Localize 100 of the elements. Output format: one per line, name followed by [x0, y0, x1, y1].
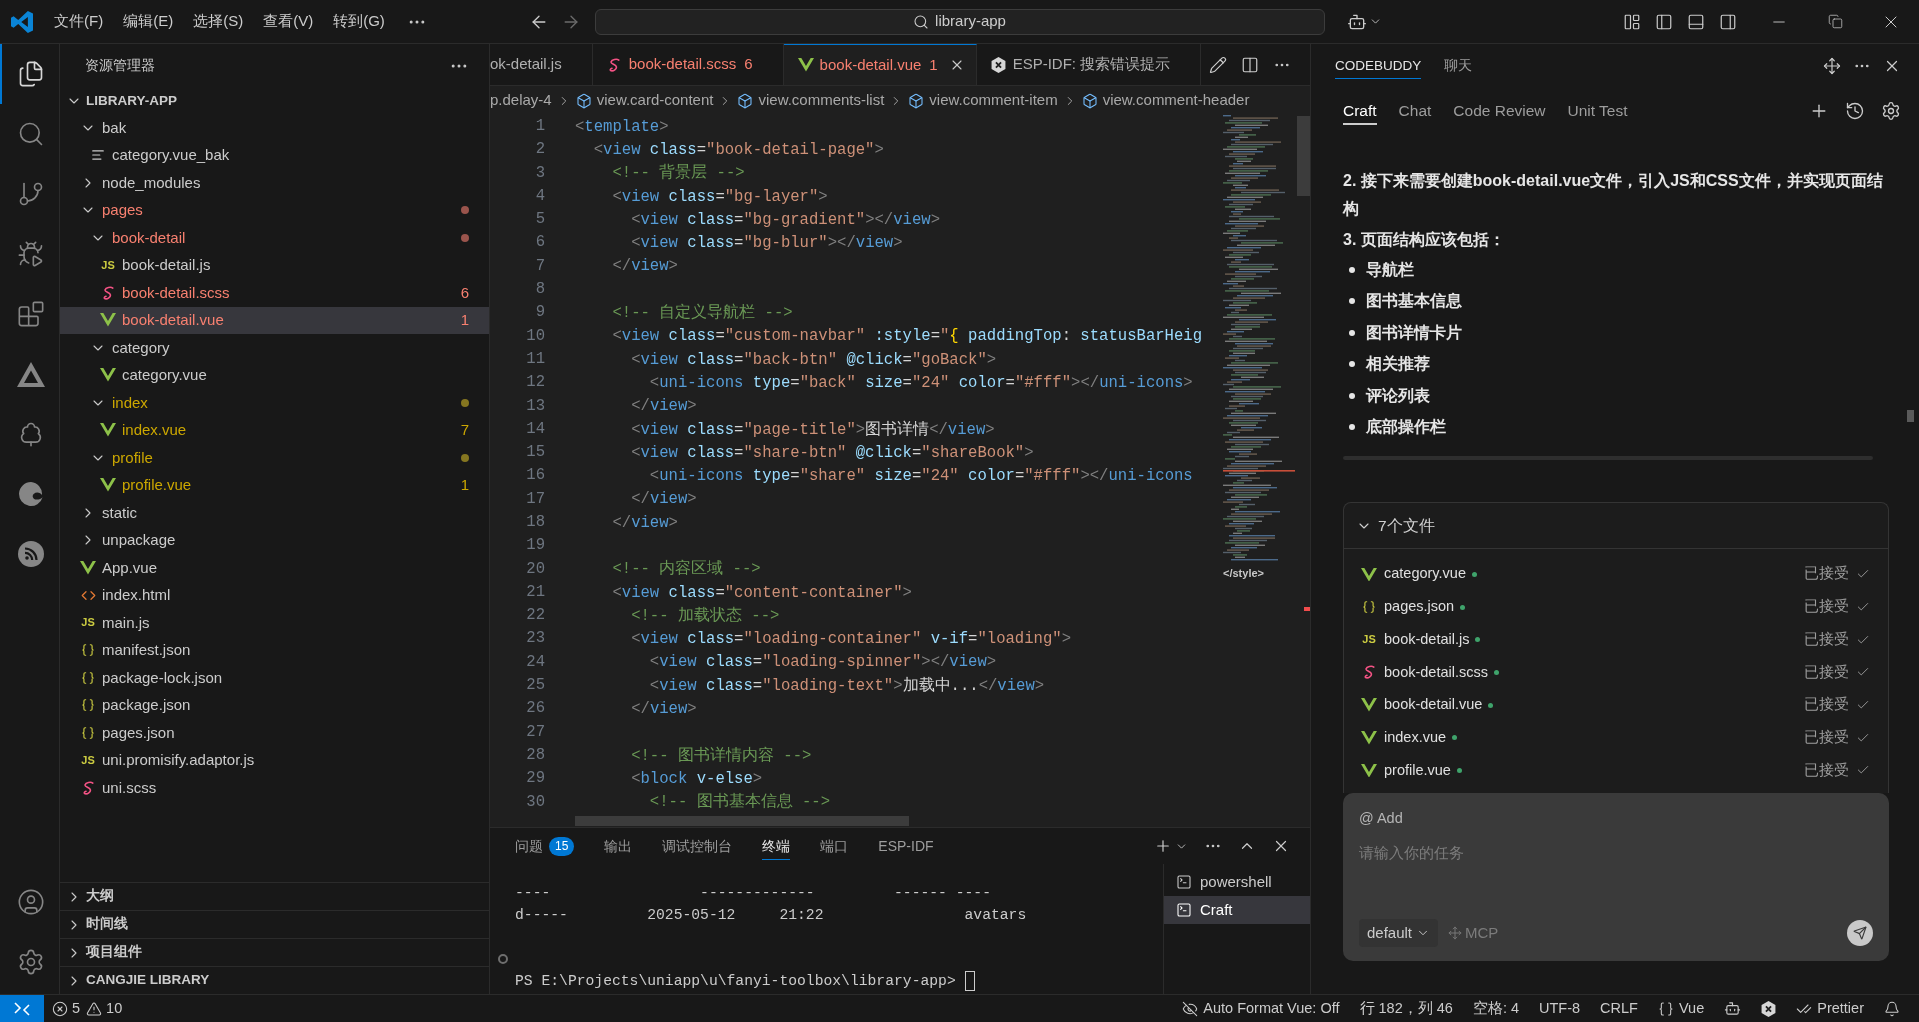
line-number: 13	[525, 395, 545, 417]
file-name[interactable]: index.vue	[1384, 726, 1447, 749]
settings-icon[interactable]	[1881, 101, 1901, 121]
panel-right-icon[interactable]	[1719, 12, 1737, 31]
pencil-icon[interactable]	[1209, 55, 1227, 74]
mode-tab[interactable]: Chat	[1398, 88, 1432, 134]
mode-dropdown[interactable]: default	[1359, 919, 1439, 947]
file-item[interactable]: manifest.json	[60, 636, 489, 664]
menu-item[interactable]: 编辑(E)	[113, 6, 184, 37]
menu-item[interactable]: 转到(G)	[323, 6, 395, 37]
bell-icon[interactable]	[1884, 1000, 1900, 1017]
section-header[interactable]: 大纲	[60, 882, 489, 910]
errors-button[interactable]: 5	[52, 997, 81, 1020]
layout-icon[interactable]	[1623, 12, 1641, 31]
mention-button[interactable]: @ Add	[1359, 807, 1403, 829]
send-button[interactable]	[1847, 920, 1873, 946]
plus-icon[interactable]	[1154, 837, 1172, 855]
file-name[interactable]: profile.vue	[1384, 759, 1451, 782]
file-item[interactable]: book-detail.vue 1	[60, 306, 489, 334]
status-item[interactable]: CRLF	[1590, 995, 1648, 1022]
folder-item[interactable]: unpackage	[60, 526, 489, 554]
status-item[interactable]: Vue	[1648, 995, 1715, 1022]
menu-item[interactable]: 查看(V)	[253, 6, 324, 37]
breadcrumb-item[interactable]: view.card-content	[575, 89, 714, 112]
folder-item[interactable]: profile	[60, 444, 489, 472]
mode-tab[interactable]: Unit Test	[1567, 88, 1628, 134]
terminal-item[interactable]: Craft	[1164, 896, 1310, 924]
file-name[interactable]: book-detail.js	[1384, 628, 1470, 651]
problem-count: 6	[460, 282, 469, 303]
status-item[interactable]: Prettier	[1786, 995, 1874, 1022]
robot-icon[interactable]	[1724, 1000, 1742, 1017]
editor-tab[interactable]: ok-detail.js	[490, 44, 593, 85]
editor-tab[interactable]: book-detail.scss 6	[592, 44, 784, 85]
task-composer[interactable]: @ Add 请输入你的任务 default MCP	[1343, 793, 1889, 961]
file-item[interactable]: uni.scss	[60, 774, 489, 802]
move-icon[interactable]	[1823, 57, 1841, 75]
file-item[interactable]: pages.json	[60, 719, 489, 747]
status-item[interactable]: Auto Format Vue: Off	[1172, 995, 1350, 1022]
panel-tab[interactable]: 端口	[805, 828, 864, 864]
mode-tab[interactable]: Code Review	[1453, 88, 1546, 134]
file-item[interactable]: index.vue 7	[60, 416, 489, 444]
folder-item[interactable]: bak	[60, 114, 489, 142]
panel-tab[interactable]: 问题 15	[500, 828, 590, 864]
breadcrumb-item[interactable]: view.comment-item	[908, 89, 1058, 112]
panel-tab[interactable]: CODEBUDDY	[1335, 44, 1422, 88]
folder-item[interactable]: index	[60, 389, 489, 417]
editor-tab[interactable]: ESP-IDF: 搜索错误提示	[976, 44, 1202, 85]
file-item[interactable]: index.html	[60, 581, 489, 609]
history-icon[interactable]	[1845, 101, 1865, 121]
warnings-button[interactable]: 10	[86, 997, 123, 1020]
file-item[interactable]: profile.vue 1	[60, 471, 489, 499]
file-item[interactable]: category.vue_bak	[60, 141, 489, 169]
hexagon-logo-icon[interactable]	[1761, 1000, 1777, 1017]
file-item[interactable]: App.vue	[60, 554, 489, 582]
file-item[interactable]: book-detail.scss 6	[60, 279, 489, 307]
file-name[interactable]: book-detail.vue	[1384, 694, 1483, 716]
breadcrumb-item[interactable]: view.comments-list	[737, 89, 885, 112]
panel-tab[interactable]: ESP-IDF	[863, 828, 949, 864]
project-header[interactable]: LIBRARY-APP	[60, 88, 489, 114]
remote-button[interactable]	[0, 995, 44, 1022]
folder-item[interactable]: static	[60, 499, 489, 527]
file-item[interactable]: package-lock.json	[60, 664, 489, 692]
breadcrumb-item[interactable]: view.comment-header	[1081, 89, 1250, 112]
folder-item[interactable]: node_modules	[60, 169, 489, 197]
panel-left-icon[interactable]	[1655, 12, 1673, 31]
scrollbar-thumb[interactable]	[575, 816, 909, 826]
scrollbar-thumb[interactable]	[1907, 410, 1914, 422]
task-input[interactable]: 请输入你的任务	[1359, 842, 1873, 918]
folder-item[interactable]: category	[60, 334, 489, 362]
folder-item[interactable]: book-detail	[60, 224, 489, 252]
restore-icon[interactable]	[1827, 14, 1843, 29]
panel-tab[interactable]: 聊天	[1444, 44, 1473, 88]
file-item[interactable]: JS book-detail.js	[60, 251, 489, 279]
panel-tab[interactable]: 终端	[747, 828, 806, 864]
split-editor-icon[interactable]	[1241, 55, 1259, 74]
panel-tab[interactable]: 输出	[589, 828, 648, 864]
files-header[interactable]: 7个文件	[1344, 503, 1888, 549]
status-item[interactable]: 空格: 4	[1462, 995, 1529, 1022]
status-item[interactable]: 行 182，列 46	[1349, 995, 1463, 1022]
section-header[interactable]: 项目组件	[60, 938, 489, 966]
panel-tab[interactable]: 调试控制台	[647, 828, 748, 864]
menu-item[interactable]: 选择(S)	[183, 6, 254, 37]
section-header[interactable]: 时间线	[60, 910, 489, 938]
file-item[interactable]: JS main.js	[60, 609, 489, 637]
file-item[interactable]: package.json	[60, 691, 489, 719]
breadcrumb-item[interactable]: p.delay-4	[490, 89, 552, 112]
command-center[interactable]: library-app	[594, 8, 1325, 35]
menu-item[interactable]: 文件(F)	[44, 6, 114, 37]
folder-item[interactable]: pages	[60, 196, 489, 224]
file-item[interactable]: category.vue	[60, 361, 489, 389]
terminal-item[interactable]: powershell	[1164, 868, 1310, 896]
file-name[interactable]: category.vue	[1384, 563, 1466, 586]
file-name[interactable]: book-detail.scss	[1384, 661, 1488, 684]
editor-tab[interactable]: book-detail.vue 1	[783, 44, 977, 85]
mode-tab[interactable]: Craft	[1343, 88, 1377, 134]
file-name[interactable]: pages.json	[1384, 596, 1455, 618]
file-item[interactable]: JS uni.promisify.adaptor.js	[60, 746, 489, 774]
scrollbar-thumb[interactable]	[1297, 116, 1310, 196]
panel-bottom-icon[interactable]	[1687, 12, 1705, 31]
status-item[interactable]: UTF-8	[1529, 995, 1591, 1022]
